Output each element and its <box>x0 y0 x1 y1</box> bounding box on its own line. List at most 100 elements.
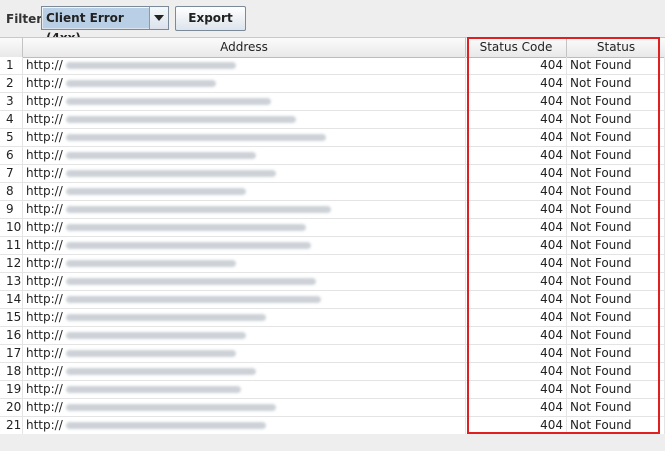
address-cell[interactable]: http:// <box>23 345 466 362</box>
address-cell[interactable]: http:// <box>23 399 466 416</box>
address-cell[interactable]: http:// <box>23 75 466 92</box>
redacted-url-segment <box>65 296 321 303</box>
redacted-url-segment <box>65 314 266 321</box>
row-number: 9 <box>0 201 23 218</box>
status-cell: Not Found <box>567 417 665 434</box>
address-cell[interactable]: http:// <box>23 291 466 308</box>
address-cell[interactable]: http:// <box>23 273 466 290</box>
table-row[interactable]: 7 http:// 404 Not Found <box>0 165 665 183</box>
row-number: 6 <box>0 147 23 164</box>
table-row[interactable]: 10 http:// 404 Not Found <box>0 219 665 237</box>
status-code-cell: 404 <box>466 399 567 416</box>
row-number: 21 <box>0 417 23 434</box>
status-code-cell: 404 <box>466 345 567 362</box>
redacted-url-segment <box>65 62 236 69</box>
address-cell[interactable]: http:// <box>23 255 466 272</box>
address-cell[interactable]: http:// <box>23 309 466 326</box>
table-row[interactable]: 13 http:// 404 Not Found <box>0 273 665 291</box>
status-cell: Not Found <box>567 183 665 200</box>
table-row[interactable]: 5 http:// 404 Not Found <box>0 129 665 147</box>
status-cell: Not Found <box>567 93 665 110</box>
table-row[interactable]: 1 http:// 404 Not Found <box>0 57 665 75</box>
table-row[interactable]: 17 http:// 404 Not Found <box>0 345 665 363</box>
column-header-status[interactable]: Status <box>567 38 665 57</box>
address-text: http:// <box>26 256 63 270</box>
status-code-cell: 404 <box>466 57 567 74</box>
redacted-url-segment <box>65 278 316 285</box>
row-number: 20 <box>0 399 23 416</box>
address-cell[interactable]: http:// <box>23 165 466 182</box>
address-cell[interactable]: http:// <box>23 381 466 398</box>
table-row[interactable]: 4 http:// 404 Not Found <box>0 111 665 129</box>
filter-dropdown[interactable]: Client Error (4xx) <box>41 6 169 45</box>
table-row[interactable]: 16 http:// 404 Not Found <box>0 327 665 345</box>
address-cell[interactable]: http:// <box>23 219 466 236</box>
address-text: http:// <box>26 220 63 234</box>
address-text: http:// <box>26 346 63 360</box>
status-cell: Not Found <box>567 345 665 362</box>
row-number: 10 <box>0 219 23 236</box>
status-cell: Not Found <box>567 75 665 92</box>
status-code-cell: 404 <box>466 273 567 290</box>
address-text: http:// <box>26 58 63 72</box>
address-text: http:// <box>26 94 63 108</box>
redacted-url-segment <box>65 350 236 357</box>
table-row[interactable]: 6 http:// 404 Not Found <box>0 147 665 165</box>
address-text: http:// <box>26 76 63 90</box>
status-cell: Not Found <box>567 255 665 272</box>
status-cell: Not Found <box>567 381 665 398</box>
table-row[interactable]: 18 http:// 404 Not Found <box>0 363 665 381</box>
redacted-url-segment <box>65 188 246 195</box>
address-cell[interactable]: http:// <box>23 201 466 218</box>
table-row[interactable]: 20 http:// 404 Not Found <box>0 399 665 417</box>
status-code-cell: 404 <box>466 417 567 434</box>
redacted-url-segment <box>65 422 266 429</box>
address-cell[interactable]: http:// <box>23 417 466 434</box>
status-cell: Not Found <box>567 273 665 290</box>
address-text: http:// <box>26 364 63 378</box>
column-header-number[interactable] <box>0 38 23 57</box>
column-header-address[interactable]: Address <box>23 38 466 57</box>
status-code-cell: 404 <box>466 381 567 398</box>
address-cell[interactable]: http:// <box>23 111 466 128</box>
toolbar: Filter: Client Error (4xx) Export <box>0 0 665 45</box>
redacted-url-segment <box>65 368 256 375</box>
table-row[interactable]: 15 http:// 404 Not Found <box>0 309 665 327</box>
address-text: http:// <box>26 274 63 288</box>
table-row[interactable]: 21 http:// 404 Not Found <box>0 417 665 435</box>
table-row[interactable]: 3 http:// 404 Not Found <box>0 93 665 111</box>
address-cell[interactable]: http:// <box>23 327 466 344</box>
row-number: 15 <box>0 309 23 326</box>
row-number: 7 <box>0 165 23 182</box>
table-row[interactable]: 11 http:// 404 Not Found <box>0 237 665 255</box>
table-row[interactable]: 14 http:// 404 Not Found <box>0 291 665 309</box>
address-cell[interactable]: http:// <box>23 363 466 380</box>
row-number: 12 <box>0 255 23 272</box>
table-row[interactable]: 9 http:// 404 Not Found <box>0 201 665 219</box>
chevron-down-icon[interactable] <box>149 7 168 29</box>
redacted-url-segment <box>65 134 326 141</box>
address-cell[interactable]: http:// <box>23 237 466 254</box>
table-row[interactable]: 12 http:// 404 Not Found <box>0 255 665 273</box>
status-code-cell: 404 <box>466 75 567 92</box>
export-button[interactable]: Export <box>175 6 246 31</box>
redacted-url-segment <box>65 80 216 87</box>
address-text: http:// <box>26 148 63 162</box>
address-cell[interactable]: http:// <box>23 57 466 74</box>
row-number: 16 <box>0 327 23 344</box>
filter-selected-value[interactable]: Client Error (4xx) <box>43 8 150 45</box>
table-row[interactable]: 2 http:// 404 Not Found <box>0 75 665 93</box>
status-code-cell: 404 <box>466 237 567 254</box>
column-header-status-code[interactable]: Status Code <box>466 38 567 57</box>
address-cell[interactable]: http:// <box>23 183 466 200</box>
address-cell[interactable]: http:// <box>23 93 466 110</box>
address-cell[interactable]: http:// <box>23 147 466 164</box>
table-row[interactable]: 19 http:// 404 Not Found <box>0 381 665 399</box>
status-code-cell: 404 <box>466 291 567 308</box>
status-code-cell: 404 <box>466 111 567 128</box>
table-row[interactable]: 8 http:// 404 Not Found <box>0 183 665 201</box>
address-text: http:// <box>26 382 63 396</box>
redacted-url-segment <box>65 206 331 213</box>
address-cell[interactable]: http:// <box>23 129 466 146</box>
row-number: 1 <box>0 57 23 74</box>
